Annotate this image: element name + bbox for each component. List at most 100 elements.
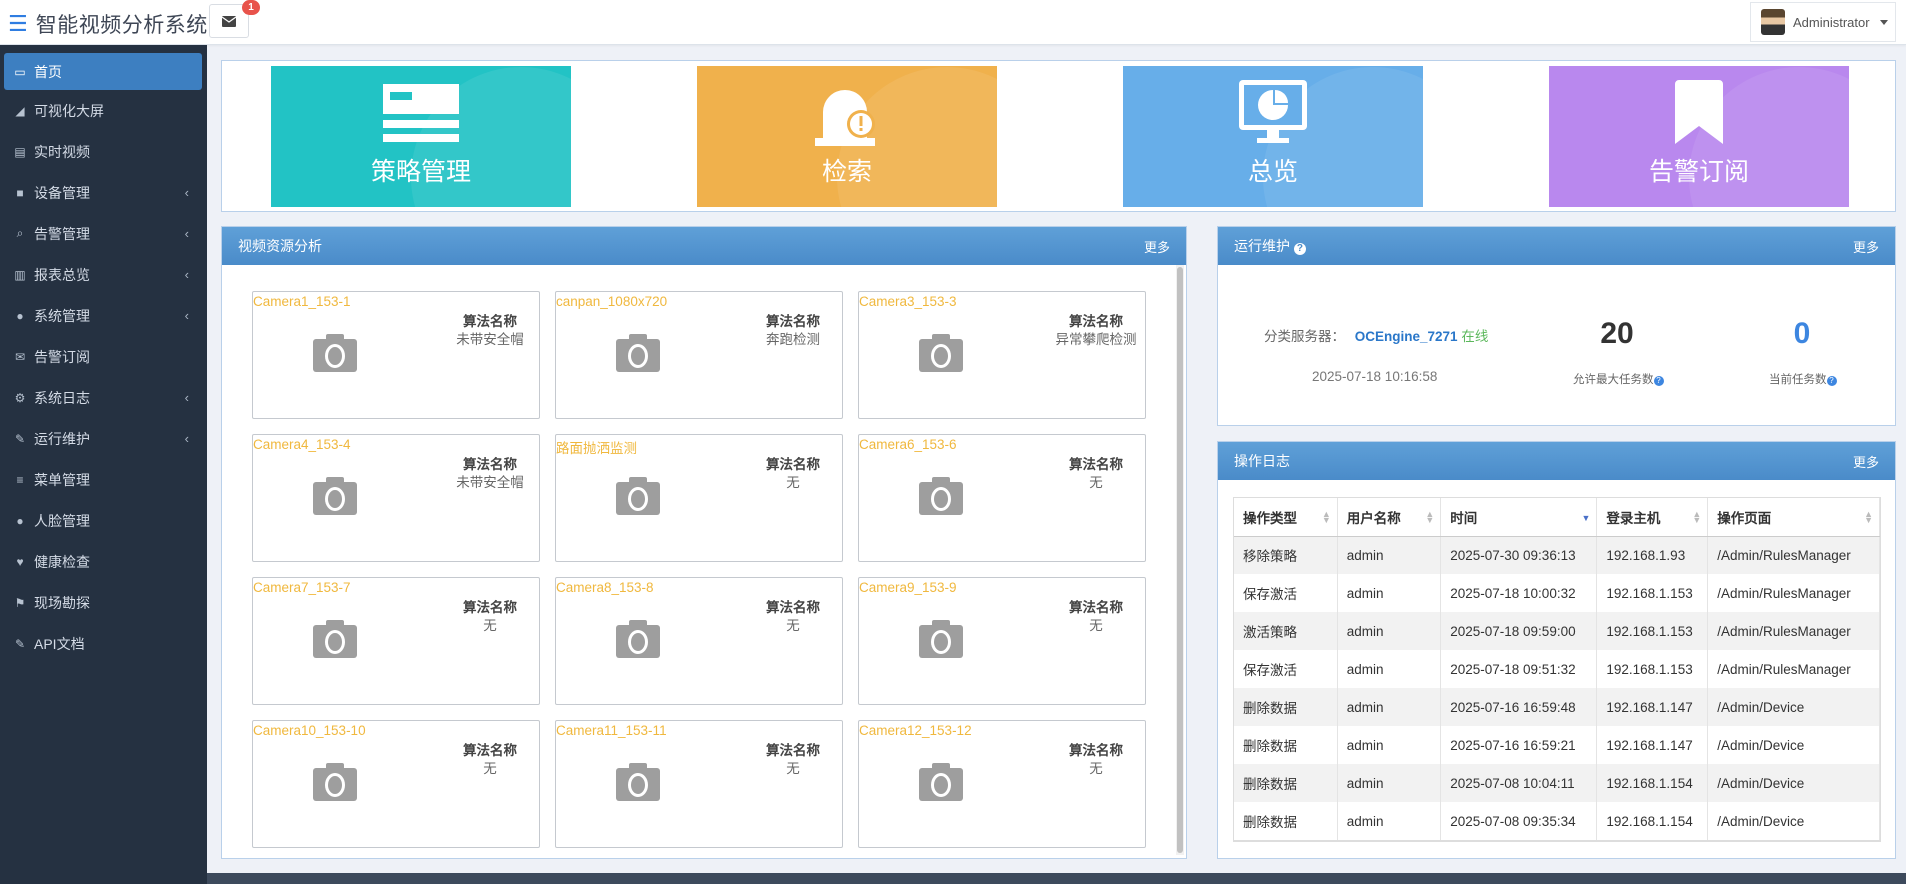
more-link[interactable]: 更多: [1853, 237, 1879, 256]
sidebar-item-label: 系统管理: [34, 307, 90, 324]
camera-card[interactable]: canpan_1080x720 算法名称奔跑检测: [555, 291, 843, 419]
table-row[interactable]: 删除数据 admin 2025-07-16 16:59:21 192.168.1.14…: [1234, 726, 1880, 764]
sidebar-item-7[interactable]: ✉ 告警订阅: [0, 336, 207, 377]
camera-card[interactable]: Camera9_153-9 算法名称无: [858, 577, 1146, 705]
sidebar-item-10[interactable]: ≡ 菜单管理: [0, 459, 207, 500]
camera-card[interactable]: 路面抛洒监测 算法名称无: [555, 434, 843, 562]
camera-card[interactable]: Camera1_153-1 算法名称 未带安全帽: [252, 291, 540, 419]
server-name[interactable]: OCEngine_7271: [1355, 329, 1458, 344]
column-header[interactable]: 登录主机 ▲ ▼: [1596, 498, 1709, 537]
scrollbar[interactable]: [1176, 265, 1184, 855]
help-icon[interactable]: ?: [1826, 375, 1837, 386]
camera-card[interactable]: Camera6_153-6 算法名称无: [858, 434, 1146, 562]
sidebar-item-6[interactable]: ● 系统管理 ‹: [0, 295, 207, 336]
camera-name[interactable]: 路面抛洒监测: [556, 437, 637, 457]
more-link[interactable]: 更多: [1144, 237, 1170, 256]
sidebar-item-2[interactable]: ▤ 实时视频: [0, 131, 207, 172]
table-row[interactable]: 激活策略 admin 2025-07-18 09:59:00 192.168.1.15…: [1234, 612, 1880, 650]
sidebar-item-9[interactable]: ✎ 运行维护 ‹: [0, 418, 207, 459]
algorithm-label: 算法名称: [766, 314, 820, 329]
camera-name[interactable]: Camera3_153-3: [859, 294, 957, 309]
camera-card[interactable]: Camera8_153-8 算法名称无: [555, 577, 843, 705]
sort-icon[interactable]: ▲ ▼: [1864, 510, 1873, 525]
server-status: 在线: [1461, 329, 1489, 344]
sort-icon[interactable]: ▲ ▼: [1692, 510, 1701, 525]
camera-name[interactable]: Camera9_153-9: [859, 580, 957, 595]
table-row[interactable]: 删除数据 admin 2025-07-08 09:35:34 192.168.1.15…: [1234, 802, 1880, 840]
sidebar-item-4[interactable]: ⌕ 告警管理 ‹: [0, 213, 207, 254]
table-cell: /Admin/RulesManager: [1707, 612, 1880, 650]
chevron-left-icon: ‹: [184, 308, 189, 323]
help-icon[interactable]: ?: [1293, 242, 1306, 255]
sidebar-item-13[interactable]: ⚑ 现场勘探: [0, 582, 207, 623]
table-cell: /Admin/Device: [1707, 688, 1880, 726]
table-row[interactable]: 保存激活 admin 2025-07-18 10:00:32 192.168.1.15…: [1234, 574, 1880, 612]
camera-icon: [616, 332, 660, 372]
table-row[interactable]: 删除数据 admin 2025-07-08 10:04:11 192.168.1.15…: [1234, 764, 1880, 802]
card-strategy-management[interactable]: 策略管理: [271, 66, 571, 207]
column-header[interactable]: 操作页面 ▲ ▼: [1707, 498, 1880, 537]
camera-card[interactable]: Camera3_153-3 算法名称 异常攀爬检测: [858, 291, 1146, 419]
card-overview[interactable]: 总览: [1123, 66, 1423, 207]
camera-card[interactable]: Camera10_153-10 算法名称无: [252, 720, 540, 848]
sidebar-item-3[interactable]: ■ 设备管理 ‹: [0, 172, 207, 213]
camera-name[interactable]: Camera4_153-4: [253, 437, 351, 452]
sort-icon[interactable]: ▲ ▼: [1322, 510, 1331, 525]
sort-desc-icon[interactable]: ▼: [1581, 514, 1590, 523]
sidebar-item-1[interactable]: ◢ 可视化大屏: [0, 90, 207, 131]
table-row[interactable]: 保存激活 admin 2025-07-18 09:51:32 192.168.1.15…: [1234, 650, 1880, 688]
sort-icon[interactable]: ▲ ▼: [1425, 510, 1434, 525]
table-cell: 192.168.1.153: [1596, 612, 1709, 650]
help-icon[interactable]: ?: [1653, 375, 1664, 386]
camera-name[interactable]: Camera6_153-6: [859, 437, 957, 452]
sidebar-item-5[interactable]: ▥ 报表总览 ‹: [0, 254, 207, 295]
table-cell: 删除数据: [1234, 802, 1338, 840]
card-label: 策略管理: [370, 158, 471, 186]
sidebar-item-14[interactable]: ✎ API文档: [0, 623, 207, 664]
user-menu[interactable]: Administrator: [1750, 2, 1896, 42]
camera-name[interactable]: Camera7_153-7: [253, 580, 351, 595]
camera-card[interactable]: Camera7_153-7 算法名称无: [252, 577, 540, 705]
column-header-label: 操作页面: [1717, 510, 1772, 526]
algorithm-value: 无: [786, 761, 800, 776]
algorithm-value: 异常攀爬检测: [1055, 332, 1137, 347]
scrollbar-thumb[interactable]: [1177, 267, 1183, 853]
camera-card[interactable]: Camera4_153-4 算法名称 未带安全帽: [252, 434, 540, 562]
table-cell: 激活策略: [1234, 612, 1338, 650]
sidebar-item-12[interactable]: ♥ 健康检查: [0, 541, 207, 582]
column-header[interactable]: 用户名称 ▲ ▼: [1337, 498, 1442, 537]
table-cell: 2025-07-18 09:59:00: [1440, 612, 1598, 650]
camera-card[interactable]: Camera11_153-11 算法名称无: [555, 720, 843, 848]
card-alarm-subscription[interactable]: 告警订阅: [1549, 66, 1849, 207]
table-cell: 192.168.1.147: [1596, 688, 1709, 726]
cogs-icon: ⚙: [14, 390, 26, 405]
camera-name[interactable]: Camera1_153-1: [253, 294, 351, 309]
more-link[interactable]: 更多: [1853, 452, 1879, 471]
card-label: 总览: [1247, 158, 1298, 186]
table-row[interactable]: 移除策略 admin 2025-07-30 09:36:13 192.168.1.93…: [1234, 536, 1880, 574]
sidebar: ▭ 首页 ◢ 可视化大屏 ▤ 实时视频 ■ 设备管理 ‹ ⌕ 告警管理 ‹ ▥ 报表总览 ‹ ● 系统管理 ‹ ✉ 告…: [0, 45, 207, 884]
column-header[interactable]: 时间 ▼: [1440, 498, 1598, 537]
panel-title: 操作日志: [1234, 453, 1290, 469]
camera-card[interactable]: Camera12_153-12 算法名称无: [858, 720, 1146, 848]
camera-name[interactable]: Camera12_153-12: [859, 723, 972, 738]
sidebar-item-8[interactable]: ⚙ 系统日志 ‹: [0, 377, 207, 418]
sidebar-item-11[interactable]: ● 人脸管理: [0, 500, 207, 541]
table-row[interactable]: 删除数据 admin 2025-07-16 16:59:48 192.168.1.14…: [1234, 688, 1880, 726]
camera-name[interactable]: Camera11_153-11: [556, 723, 667, 738]
hamburger-menu-icon[interactable]: ☰: [8, 13, 28, 35]
column-header[interactable]: 操作类型 ▲ ▼: [1234, 498, 1338, 537]
sidebar-item-label: 运行维护: [34, 430, 90, 447]
camera-name[interactable]: Camera8_153-8: [556, 580, 654, 595]
camera-name[interactable]: Camera10_153-10: [253, 723, 366, 738]
film-icon: ▤: [14, 144, 26, 159]
algorithm-value: 无: [1089, 618, 1103, 633]
algorithm-label: 算法名称: [463, 314, 517, 329]
alarm-bell-icon: [815, 90, 875, 146]
algorithm-value: 奔跑检测: [766, 332, 820, 347]
card-search[interactable]: 检索: [697, 66, 997, 207]
table-cell: admin: [1337, 802, 1442, 840]
current-tasks-label: 当前任务数: [1769, 374, 1827, 386]
camera-name[interactable]: canpan_1080x720: [556, 294, 667, 309]
sidebar-item-0[interactable]: ▭ 首页: [4, 53, 202, 90]
